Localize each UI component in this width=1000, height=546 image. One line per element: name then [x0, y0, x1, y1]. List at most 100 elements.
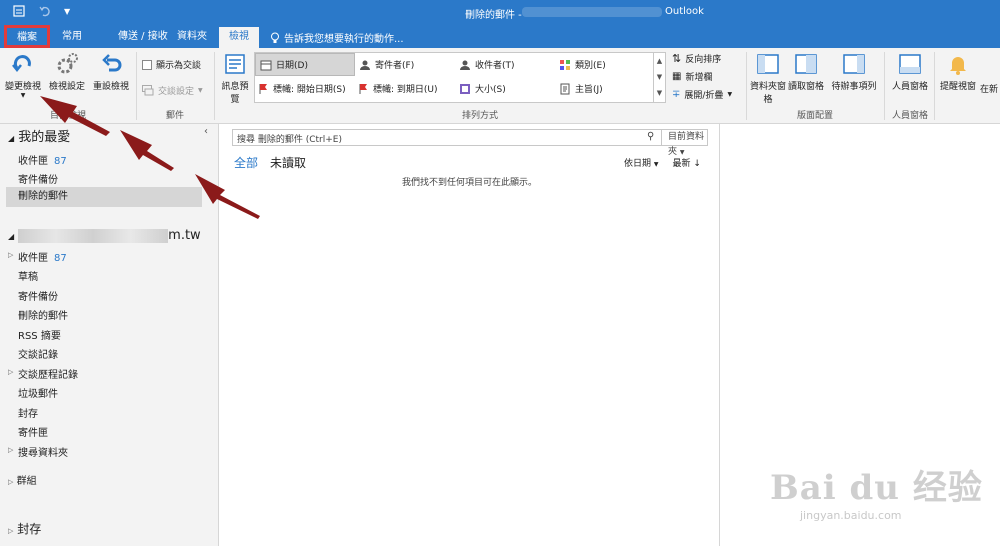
arrangement-gallery[interactable]: 日期(D) 寄件者(F) 收件者(T) 類別(E) 標幟: 開始日期(S) 標幟…	[254, 52, 666, 103]
chevron-down-icon: ▼	[679, 149, 685, 156]
bell-icon	[950, 57, 966, 75]
people-pane-label: 人員窗格	[891, 82, 928, 92]
change-view-icon	[12, 55, 31, 73]
favorite-sent-items[interactable]: 寄件備份	[18, 171, 58, 186]
groups-section[interactable]: ▷ 群組	[8, 472, 37, 487]
favorites-header[interactable]: ◢ 我的最愛	[8, 126, 70, 145]
send-receive-icon[interactable]	[12, 4, 26, 18]
search-scope-label: 目前資料夾	[668, 132, 705, 157]
folder-label: 搜尋資料夾	[18, 448, 68, 459]
search-input[interactable]: 搜尋 刪除的郵件 (Ctrl+E)	[237, 132, 342, 145]
ribbon-separator	[214, 52, 215, 120]
ribbon-separator	[136, 52, 137, 120]
arrange-by-size-label: 大小(S)	[475, 85, 506, 95]
message-list: 搜尋 刪除的郵件 (Ctrl+E) ⚲ 目前資料夾 ▼ 全部 未讀取 依日期 ▼…	[220, 124, 719, 546]
add-columns-icon: ▦	[672, 71, 682, 82]
flag-icon	[259, 83, 267, 94]
folder-pane-button[interactable]: 資料夾窗格	[750, 52, 786, 105]
folder-conversation-history[interactable]: 交談歷程記錄	[8, 366, 78, 381]
tab-file[interactable]: 檔案	[4, 25, 50, 48]
lightbulb-icon	[271, 32, 279, 43]
gallery-scroll[interactable]: ▲ ▼ ▼	[653, 53, 665, 102]
account-inbox[interactable]: 收件匣 87	[8, 249, 67, 264]
conversation-settings-button[interactable]: 交談設定 ▼	[142, 84, 203, 97]
arrange-by-from[interactable]: 寄件者(F)	[355, 53, 455, 76]
customize-qat-icon[interactable]: ▼	[64, 7, 70, 16]
folder-junk[interactable]: 垃圾郵件	[18, 385, 58, 400]
arrange-by-flag-due[interactable]: 標幟: 到期日(U)	[355, 77, 455, 100]
view-settings-button[interactable]: 檢視設定	[46, 52, 88, 92]
arrange-by-date-label: 日期(D)	[276, 61, 308, 71]
open-new-window-button[interactable]: 在新	[980, 82, 1000, 95]
archive-section[interactable]: ▷ 封存	[8, 520, 41, 537]
folder-archive[interactable]: 封存	[18, 405, 38, 420]
favorite-deleted-items[interactable]: 刪除的郵件	[6, 187, 202, 207]
arrange-by-to[interactable]: 收件者(T)	[455, 53, 555, 76]
account-header[interactable]: ◢ m.tw	[8, 228, 201, 243]
tab-folder[interactable]: 資料夾	[167, 27, 217, 48]
watermark: Bai du 经验 jingyan.baidu.com	[770, 460, 990, 530]
folder-label: 刪除的郵件	[18, 191, 68, 202]
search-icon[interactable]: ⚲	[647, 131, 654, 142]
message-preview-icon	[225, 54, 245, 74]
open-new-window-label: 在新	[980, 85, 999, 95]
arrange-by-date[interactable]: 日期(D)	[255, 53, 355, 76]
collapse-pane-icon[interactable]: ‹	[204, 126, 208, 137]
todo-bar-button[interactable]: 待辦事項列	[828, 52, 880, 92]
folder-label: 寄件備份	[18, 292, 58, 303]
folder-rss-feeds[interactable]: RSS 摘要	[18, 327, 61, 342]
arrange-by-flag-start-label: 標幟: 開始日期(S)	[273, 85, 346, 95]
folder-sent-items[interactable]: 寄件備份	[18, 288, 58, 303]
arrange-by-from-label: 寄件者(F)	[375, 61, 415, 71]
expand-collapse-button[interactable]: ∓ 展開/折疊 ▼	[672, 88, 732, 101]
folder-label: 寄件備份	[18, 175, 58, 186]
show-as-conversations-label: 顯示為交談	[156, 61, 202, 71]
show-as-conversations-checkbox[interactable]: 顯示為交談	[142, 58, 201, 71]
reset-view-button[interactable]: 重設檢視	[90, 52, 132, 92]
sort-order-toggle[interactable]: 最新 ↓	[673, 156, 701, 169]
message-preview-button[interactable]: 訊息預覽	[218, 52, 252, 105]
tell-me-box[interactable]: 告訴我您想要執行的動作...	[270, 30, 404, 45]
watermark-brand: Bai du 经验	[770, 468, 983, 508]
arrange-by-flag-start[interactable]: 標幟: 開始日期(S)	[255, 77, 355, 100]
todo-bar-icon	[843, 54, 865, 74]
reminders-window-button[interactable]: 提醒視窗	[938, 52, 978, 92]
undo-icon[interactable]	[38, 4, 52, 18]
favorites-label: 我的最愛	[18, 130, 71, 145]
add-columns-button[interactable]: ▦ 新增欄	[672, 70, 712, 83]
change-view-button[interactable]: 變更檢視 ▼	[4, 52, 42, 99]
chevron-right-icon: ▷	[8, 527, 14, 535]
sort-controls: 依日期 ▼ 最新 ↓	[624, 156, 701, 169]
group-label-people-pane: 人員窗格	[891, 111, 928, 121]
view-settings-label: 檢視設定	[48, 82, 85, 92]
account-suffix: m.tw	[168, 228, 201, 243]
search-scope-dropdown[interactable]: 目前資料夾 ▼	[661, 130, 707, 157]
chevron-right-icon: ▷	[8, 478, 14, 486]
search-box[interactable]: 搜尋 刪除的郵件 (Ctrl+E) ⚲ 目前資料夾 ▼	[232, 129, 708, 157]
tab-view[interactable]: 檢視	[219, 27, 259, 48]
chevron-down-icon: ◢	[8, 232, 15, 241]
folder-conversation-log[interactable]: 交談記錄	[18, 346, 58, 361]
favorite-inbox[interactable]: 收件匣 87	[18, 152, 67, 167]
arrange-by-subject-label: 主旨(J)	[575, 85, 603, 95]
arrange-by-subject[interactable]: 主旨(J)	[555, 77, 655, 100]
folder-label: 刪除的郵件	[18, 311, 68, 322]
folder-outbox[interactable]: 寄件匣	[18, 424, 48, 439]
folder-deleted-items[interactable]: 刪除的郵件	[18, 307, 68, 322]
folder-label: 交談歷程記錄	[18, 370, 78, 381]
reading-pane-button[interactable]: 讀取窗格	[786, 52, 826, 92]
people-pane-icon	[899, 54, 921, 74]
filter-all[interactable]: 全部	[234, 154, 258, 171]
folder-pane: ◢ 我的最愛 ‹ 收件匣 87 寄件備份 刪除的郵件 ◢ m.tw 收件匣 87 草稿…	[0, 124, 219, 546]
reverse-sort-button[interactable]: ⇅ 反向排序	[672, 52, 721, 65]
sort-by-dropdown[interactable]: 依日期 ▼	[624, 156, 659, 169]
people-pane-button[interactable]: 人員窗格	[888, 52, 932, 92]
reset-view-label: 重設檢視	[92, 82, 129, 92]
chevron-down-icon: ▼	[198, 87, 203, 94]
folder-drafts[interactable]: 草稿	[18, 268, 38, 283]
filter-unread[interactable]: 未讀取	[270, 154, 306, 171]
tab-home[interactable]: 常用	[52, 27, 92, 48]
folder-search-folders[interactable]: 搜尋資料夾	[8, 444, 68, 459]
arrange-by-size[interactable]: 大小(S)	[455, 77, 555, 100]
arrange-by-categories[interactable]: 類別(E)	[555, 53, 655, 76]
